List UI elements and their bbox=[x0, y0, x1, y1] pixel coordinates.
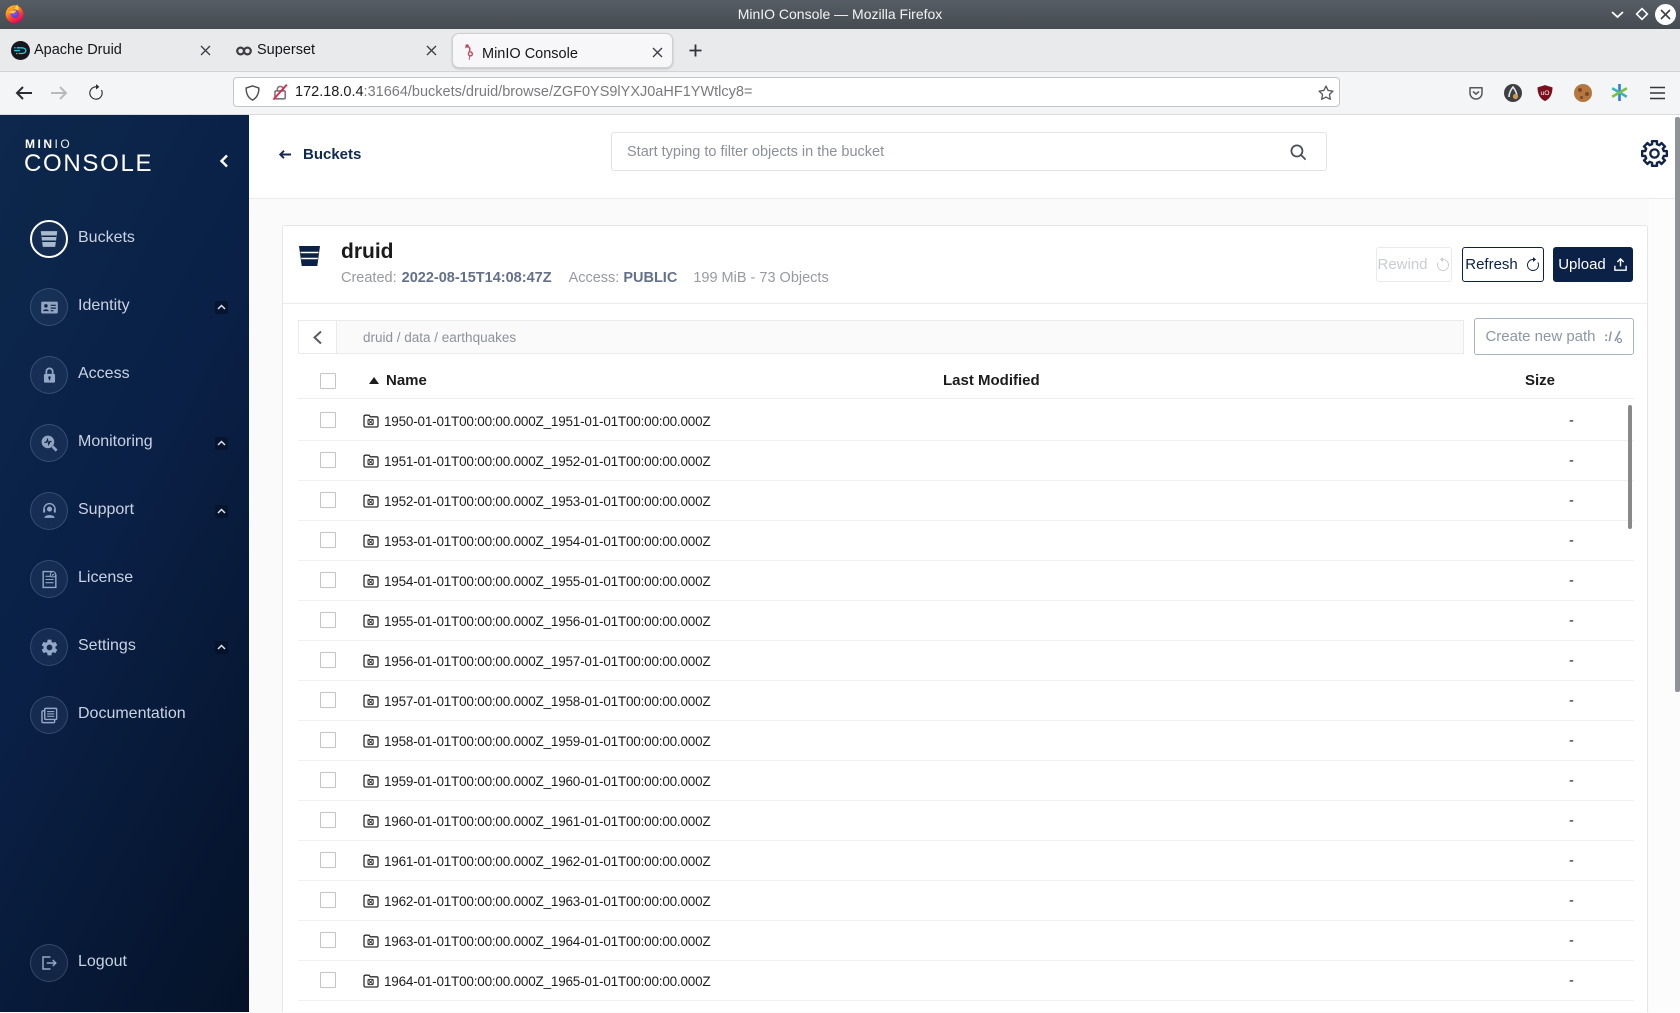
svg-text::/: :/ bbox=[1604, 329, 1612, 344]
svg-text:uO: uO bbox=[1540, 90, 1549, 97]
